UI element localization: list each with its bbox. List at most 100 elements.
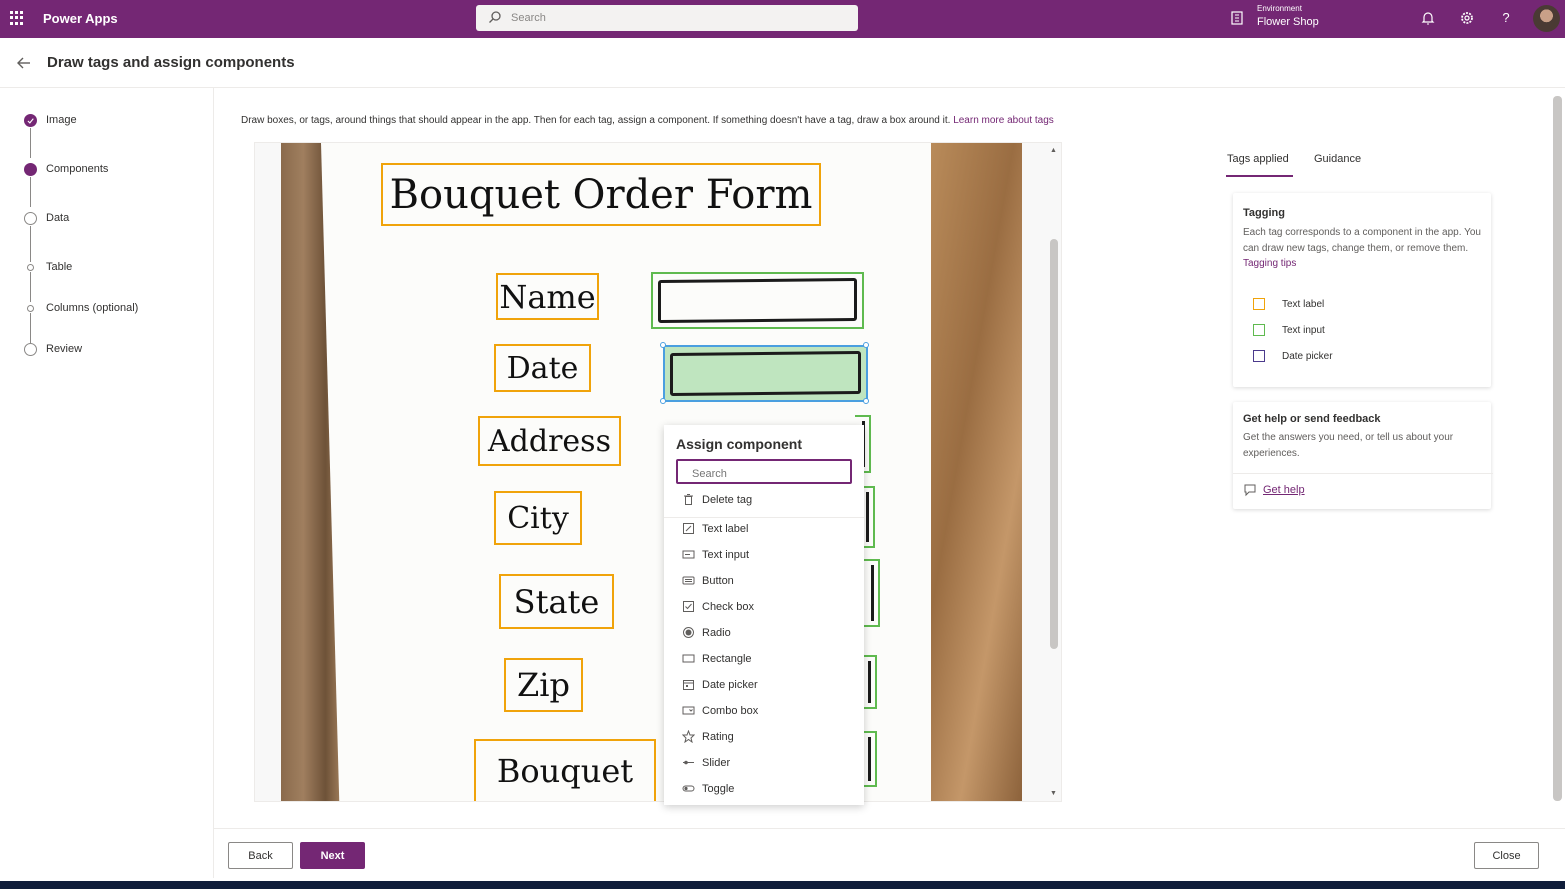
menu-item-label: Radio	[702, 627, 731, 639]
menu-item-label: Text input	[702, 549, 750, 561]
form-title-handwriting: Bouquet Order Form	[389, 171, 813, 218]
next-button[interactable]: Next	[300, 842, 365, 869]
tag-bouquet-label[interactable]: Bouquet	[474, 739, 656, 801]
delete-tag-item[interactable]: Delete tag	[682, 492, 852, 510]
page-header: Draw tags and assign components	[0, 38, 1565, 88]
tag-state-label[interactable]: State	[499, 574, 614, 629]
tagging-desc-text: Each tag corresponds to a component in t…	[1243, 227, 1481, 254]
tag-address-label[interactable]: Address	[478, 416, 621, 466]
tag-date-text-input-selected[interactable]	[663, 345, 868, 402]
tag-name-label[interactable]: Name	[496, 273, 599, 320]
handwritten-box	[658, 277, 857, 324]
page-title: Draw tags and assign components	[47, 54, 295, 71]
step-connector	[30, 128, 31, 158]
component-toggle[interactable]: Toggle	[682, 781, 852, 799]
toggle-icon	[682, 785, 695, 792]
step-connector	[30, 226, 31, 262]
user-avatar[interactable]	[1533, 5, 1560, 32]
step-label: Columns (optional)	[46, 302, 139, 314]
canvas-scrollbar[interactable]	[1050, 239, 1058, 649]
global-search[interactable]: Search	[476, 5, 858, 31]
step-image[interactable]: Image	[24, 111, 214, 131]
menu-item-label: Combo box	[702, 705, 759, 717]
component-rectangle[interactable]: Rectangle	[682, 651, 852, 669]
resize-handle[interactable]	[660, 342, 666, 348]
component-slider[interactable]: Slider	[682, 755, 852, 773]
back-button[interactable]: Back	[228, 842, 293, 869]
handwriting-label: City	[507, 500, 569, 536]
back-arrow-icon[interactable]	[15, 54, 33, 72]
tag-zip-label[interactable]: Zip	[504, 658, 583, 712]
help-card: Get help or send feedback Get the answer…	[1233, 402, 1493, 509]
legend-text-label: Text label	[1253, 297, 1453, 313]
image-canvas[interactable]: Bouquet Order Form Name Date Address Cit…	[254, 142, 1062, 802]
step-connector	[30, 177, 31, 207]
step-review[interactable]: Review	[24, 340, 214, 360]
calendar-icon	[683, 680, 694, 690]
instructions: Draw boxes, or tags, around things that …	[241, 115, 1054, 126]
learn-more-link[interactable]: Learn more about tags	[953, 115, 1054, 126]
text-label-swatch	[1253, 298, 1265, 310]
date-picker-swatch	[1253, 350, 1265, 362]
tagging-tips-link[interactable]: Tagging tips	[1243, 258, 1296, 269]
get-help-label: Get help	[1263, 484, 1305, 496]
wood-background	[931, 143, 1022, 801]
menu-item-label: Date picker	[702, 679, 758, 691]
component-search-input[interactable]	[676, 459, 852, 484]
resize-handle[interactable]	[863, 342, 869, 348]
handwriting-label: Address	[488, 423, 611, 459]
resize-handle[interactable]	[660, 398, 666, 404]
app-name[interactable]: Power Apps	[43, 11, 118, 26]
component-text-label[interactable]: Text label	[682, 521, 852, 539]
tag-name-text-input[interactable]	[651, 272, 864, 329]
close-button[interactable]: Close	[1474, 842, 1539, 869]
component-radio[interactable]: Radio	[682, 625, 852, 643]
trash-icon	[684, 494, 693, 505]
step-label: Data	[46, 212, 70, 224]
substep-icon	[27, 264, 34, 271]
tag-date-label[interactable]: Date	[494, 344, 591, 392]
slider-icon	[683, 760, 694, 765]
tag-title-text-label[interactable]: Bouquet Order Form	[381, 163, 821, 226]
instructions-text: Draw boxes, or tags, around things that …	[241, 115, 951, 126]
get-help-link[interactable]: Get help	[1243, 482, 1483, 500]
help-question-icon[interactable]: ?	[1498, 10, 1514, 26]
menu-item-label: Check box	[702, 601, 754, 613]
scroll-down-arrow[interactable]: ▼	[1050, 790, 1057, 797]
popup-divider	[664, 517, 864, 518]
component-button[interactable]: Button	[682, 573, 852, 591]
step-label: Table	[46, 261, 73, 273]
step-data[interactable]: Data	[24, 209, 214, 229]
tagging-title: Tagging	[1243, 207, 1285, 219]
step-table[interactable]: Table	[24, 258, 214, 278]
tab-guidance[interactable]: Guidance	[1314, 153, 1361, 165]
tab-tags-applied[interactable]: Tags applied	[1227, 153, 1289, 165]
step-label: Image	[46, 114, 77, 126]
component-combo-box[interactable]: Combo box	[682, 703, 852, 721]
step-label: Components	[46, 163, 109, 175]
substep-icon	[27, 305, 34, 312]
step-components[interactable]: Components	[24, 160, 214, 180]
component-date-picker[interactable]: Date picker	[682, 677, 852, 695]
tagging-card: Tagging Each tag corresponds to a compon…	[1233, 193, 1491, 387]
resize-handle[interactable]	[863, 398, 869, 404]
page-scrollbar[interactable]	[1553, 96, 1562, 801]
scroll-up-arrow[interactable]: ▲	[1050, 147, 1057, 154]
component-check-box[interactable]: Check box	[682, 599, 852, 617]
environment-label: Environment	[1257, 4, 1302, 13]
handwriting-label: Zip	[517, 666, 570, 704]
component-rating[interactable]: Rating	[682, 729, 852, 747]
handwriting-label: Date	[506, 350, 579, 386]
tag-city-label[interactable]: City	[494, 491, 582, 545]
star-icon	[682, 730, 695, 743]
help-title: Get help or send feedback	[1243, 413, 1381, 425]
settings-gear-icon[interactable]	[1459, 10, 1475, 26]
step-columns[interactable]: Columns (optional)	[24, 299, 214, 319]
button-icon	[682, 576, 695, 585]
app-launcher-icon[interactable]	[10, 11, 24, 25]
notification-bell-icon[interactable]	[1420, 10, 1436, 26]
handwriting-label: Name	[499, 277, 596, 316]
menu-item-label: Rectangle	[702, 653, 752, 665]
component-text-input[interactable]: Text input	[682, 547, 852, 565]
environment-picker[interactable]: Environment Flower Shop	[1229, 4, 1349, 34]
